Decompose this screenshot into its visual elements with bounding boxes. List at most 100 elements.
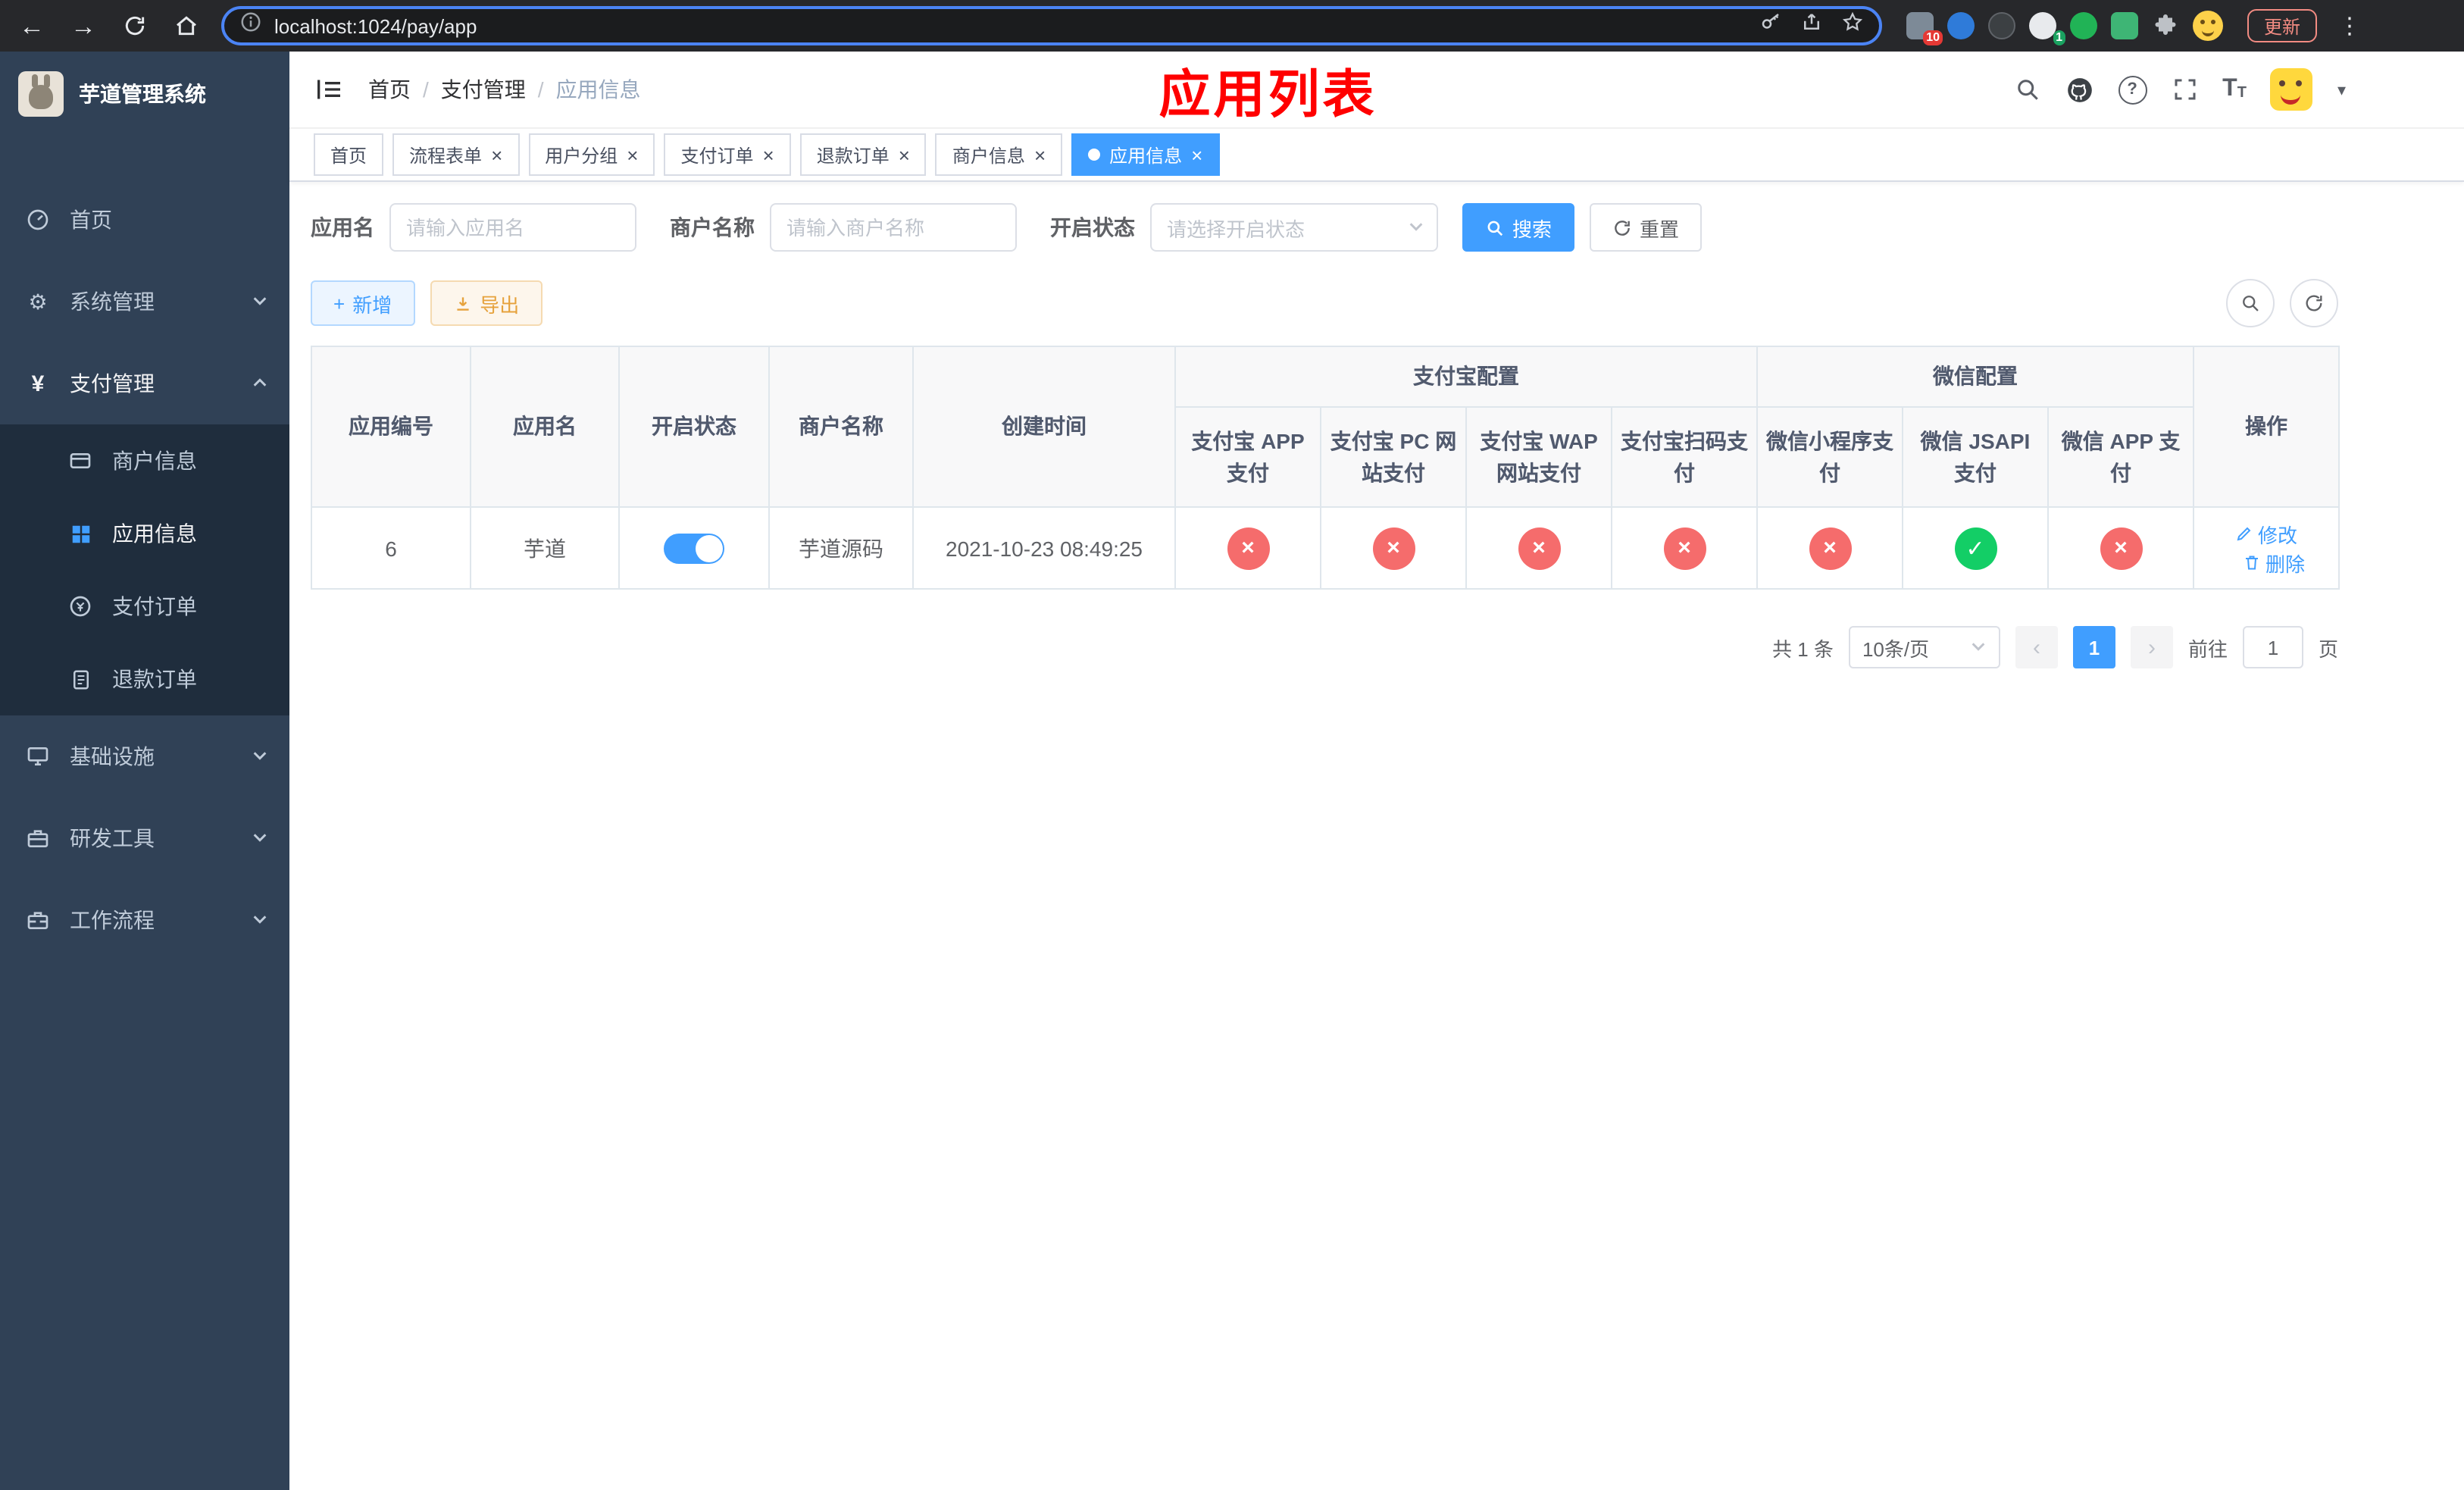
active-dot bbox=[1088, 149, 1101, 161]
sidebar-item-infrastructure[interactable]: 基础设施 bbox=[0, 715, 289, 797]
extension-icon-4[interactable]: 1 bbox=[2029, 12, 2065, 45]
reload-icon[interactable] bbox=[118, 9, 152, 42]
close-icon[interactable]: × bbox=[1191, 145, 1202, 164]
current-page-button[interactable]: 1 bbox=[2072, 626, 2115, 668]
grid-icon bbox=[67, 522, 94, 545]
add-button[interactable]: + 新增 bbox=[311, 280, 415, 326]
url-text[interactable]: localhost:1024/pay/app bbox=[274, 14, 477, 37]
chevron-down-icon bbox=[1970, 636, 1987, 659]
github-icon[interactable] bbox=[2065, 75, 2093, 104]
tab-pay-orders[interactable]: 支付订单 × bbox=[664, 133, 791, 176]
fullscreen-icon[interactable] bbox=[2171, 76, 2198, 103]
bookmark-star-icon[interactable] bbox=[1841, 11, 1864, 41]
breadcrumb-item[interactable]: 支付管理 bbox=[441, 74, 526, 105]
extension-icon-3[interactable] bbox=[1988, 12, 2015, 39]
next-page-button[interactable]: › bbox=[2130, 626, 2173, 668]
edit-link[interactable]: 修改 bbox=[2235, 519, 2297, 548]
status-toggle[interactable] bbox=[664, 533, 724, 563]
close-icon[interactable]: × bbox=[627, 145, 638, 164]
group-header-wechat: 微信配置 bbox=[1756, 346, 2195, 408]
extension-icon-2[interactable] bbox=[1947, 12, 1975, 39]
key-icon[interactable] bbox=[1759, 11, 1782, 41]
tags-view-bar: 首页 流程表单 × 用户分组 × 支付订单 × 退款订单 × 商户信息 × 应用… bbox=[289, 129, 2464, 182]
tab-home[interactable]: 首页 bbox=[314, 133, 384, 176]
page-size-select[interactable]: 10条/页 bbox=[1848, 626, 2000, 668]
search-icon[interactable] bbox=[2013, 76, 2040, 103]
prev-page-button[interactable]: ‹ bbox=[2015, 626, 2058, 668]
close-icon[interactable]: × bbox=[899, 145, 910, 164]
cell-app-id: 6 bbox=[311, 506, 471, 590]
sidebar-item-home[interactable]: 首页 bbox=[0, 179, 289, 261]
extensions-puzzle-icon[interactable] bbox=[2152, 12, 2179, 39]
status-label: 开启状态 bbox=[1050, 215, 1135, 239]
sidebar-item-system[interactable]: ⚙ 系统管理 bbox=[0, 261, 289, 343]
sidebar-item-refund-orders[interactable]: 退款订单 bbox=[0, 643, 289, 715]
merchant-name-input[interactable] bbox=[770, 203, 1017, 252]
col-header-alipay-app: 支付宝 APP 支付 bbox=[1174, 406, 1321, 508]
forward-icon[interactable]: → bbox=[67, 9, 100, 42]
toggle-search-button[interactable] bbox=[2226, 279, 2275, 327]
search-button[interactable]: 搜索 bbox=[1462, 203, 1575, 252]
col-header-app-id: 应用编号 bbox=[311, 346, 471, 508]
browser-menu-icon[interactable]: ⋮ bbox=[2338, 12, 2361, 39]
extension-icon-5[interactable] bbox=[2070, 12, 2097, 39]
status-select-placeholder: 请选择开启状态 bbox=[1167, 218, 1305, 240]
close-icon[interactable]: × bbox=[1034, 145, 1046, 164]
browser-chrome: ← → localhost:1024/pay/app 10 1 更新 ⋮ bbox=[0, 0, 2464, 52]
browser-update-button[interactable]: 更新 bbox=[2247, 9, 2318, 42]
extension-icon-1[interactable]: 10 bbox=[1906, 12, 1943, 45]
browser-profile-avatar[interactable] bbox=[2193, 11, 2223, 41]
sidebar-item-dev-tools[interactable]: 研发工具 bbox=[0, 797, 289, 879]
close-icon[interactable]: × bbox=[763, 145, 774, 164]
close-icon[interactable]: × bbox=[491, 145, 502, 164]
goto-page-input[interactable] bbox=[2242, 626, 2303, 668]
export-button[interactable]: 导出 bbox=[430, 280, 543, 326]
tab-app-info-active[interactable]: 应用信息 × bbox=[1071, 133, 1220, 176]
tab-refund-orders[interactable]: 退款订单 × bbox=[799, 133, 927, 176]
app-name-input[interactable] bbox=[389, 203, 636, 252]
tab-process-form[interactable]: 流程表单 × bbox=[392, 133, 520, 176]
home-icon[interactable] bbox=[170, 9, 203, 42]
wechat-mini-status-badge: × bbox=[1809, 527, 1851, 569]
navbar: 首页 / 支付管理 / 应用信息 应用列表 ? T T ▾ bbox=[289, 52, 2464, 129]
gear-icon: ⚙ bbox=[28, 289, 48, 313]
credit-card-icon bbox=[67, 449, 94, 473]
col-header-alipay-wap: 支付宝 WAP 网站支付 bbox=[1465, 406, 1612, 508]
sidebar-item-app-info[interactable]: 应用信息 bbox=[0, 497, 289, 570]
sidebar-item-pay-orders[interactable]: 支付订单 bbox=[0, 570, 289, 643]
delete-link[interactable]: 删除 bbox=[2243, 548, 2305, 577]
sidebar-item-label: 支付订单 bbox=[112, 594, 197, 618]
font-size-icon[interactable]: TT bbox=[2222, 77, 2247, 102]
table-toolbar: + 新增 导出 bbox=[311, 279, 2338, 327]
sidebar-item-label: 应用信息 bbox=[112, 521, 197, 546]
col-header-wechat-app: 微信 APP 支付 bbox=[2047, 406, 2195, 508]
status-select[interactable]: 请选择开启状态 bbox=[1150, 203, 1438, 252]
sidebar-item-label: 基础设施 bbox=[70, 744, 155, 768]
breadcrumb-item-current: 应用信息 bbox=[555, 77, 641, 102]
breadcrumb-item[interactable]: 首页 bbox=[368, 74, 411, 105]
sidebar-item-merchant-info[interactable]: 商户信息 bbox=[0, 424, 289, 497]
table-tools bbox=[2226, 279, 2338, 327]
url-bar[interactable]: localhost:1024/pay/app bbox=[221, 6, 1882, 45]
sidebar-toggle-icon[interactable] bbox=[314, 74, 344, 105]
share-icon[interactable] bbox=[1800, 11, 1823, 41]
reset-button[interactable]: 重置 bbox=[1590, 203, 1703, 252]
avatar-caret-icon[interactable]: ▾ bbox=[2337, 80, 2346, 99]
refresh-table-button[interactable] bbox=[2290, 279, 2338, 327]
sidebar-item-payment[interactable]: ¥ 支付管理 bbox=[0, 343, 289, 424]
tab-merchant-info[interactable]: 商户信息 × bbox=[935, 133, 1063, 176]
app-table: 应用编号 应用名 开启状态 商户名称 创建时间 支付宝配置 微信配置 操作 支付… bbox=[311, 346, 2340, 590]
site-info-icon[interactable] bbox=[239, 11, 262, 41]
chevron-down-icon bbox=[252, 826, 268, 850]
help-icon[interactable]: ? bbox=[2118, 75, 2147, 104]
back-icon[interactable]: ← bbox=[15, 9, 48, 42]
merchant-name-label: 商户名称 bbox=[670, 215, 755, 239]
tab-user-group[interactable]: 用户分组 × bbox=[528, 133, 655, 176]
pagination-total: 共 1 条 bbox=[1772, 637, 1834, 660]
extension-icon-6[interactable] bbox=[2111, 12, 2138, 39]
breadcrumb-separator: / bbox=[537, 77, 544, 102]
group-header-alipay: 支付宝配置 bbox=[1174, 346, 1758, 408]
sidebar-item-workflow[interactable]: 工作流程 bbox=[0, 879, 289, 961]
user-avatar[interactable] bbox=[2270, 68, 2313, 111]
app-logo-row[interactable]: 芋道管理系统 bbox=[0, 52, 289, 136]
